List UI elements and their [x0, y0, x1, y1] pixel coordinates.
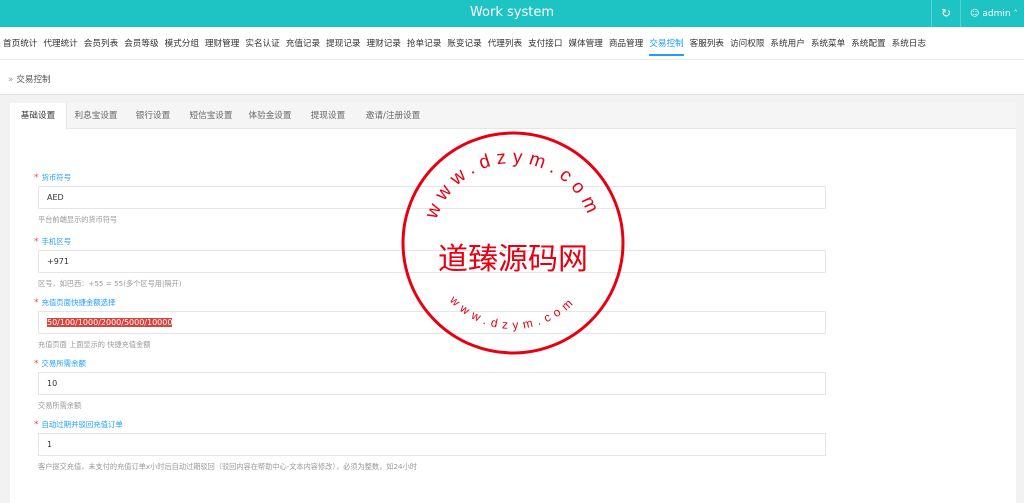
nav-item[interactable]: 系统用户 — [770, 37, 804, 56]
tab-trial-fund[interactable]: 体验金设置 — [241, 103, 299, 129]
tab-basic[interactable]: 基础设置 — [10, 103, 67, 130]
field-label: 手机区号 — [41, 237, 72, 246]
field-help: 区号，如巴西：+55 = 55(多个区号用|隔开) — [38, 279, 182, 288]
module-nav: 首页统计 代理统计 会员列表 会员等级 模式分组 理财管理 实名认证 充值记录 提现记录 理财记录… — [0, 27, 1024, 59]
breadcrumb-current[interactable]: 交易控制 — [16, 75, 50, 85]
nav-item[interactable]: 抢单记录 — [407, 37, 441, 56]
nav-item[interactable]: 商品管理 — [609, 37, 643, 56]
nav-item[interactable]: 首页统计 — [3, 37, 37, 56]
user-menu[interactable]: ☺ admin ˄ — [970, 0, 1018, 27]
required-mark: * — [34, 298, 39, 308]
field-help: 平台前端显示的货币符号 — [38, 215, 118, 224]
nav-item[interactable]: 客服列表 — [690, 37, 724, 56]
nav-item[interactable]: 账变记录 — [447, 37, 481, 56]
nav-item[interactable]: 理财管理 — [205, 37, 239, 56]
nav-item[interactable]: 模式分组 — [165, 37, 199, 56]
field-auto-expire-recharge: * 自动过期并驳回充值订单 1 客户提交充值，未支付的充值订单x小时后自动过期驳回… — [34, 420, 826, 471]
field-currency-symbol: * 货币符号 AED 平台前端显示的货币符号 — [34, 173, 826, 224]
nav-item[interactable]: 系统配置 — [851, 37, 885, 56]
nav-item[interactable]: 理财记录 — [367, 37, 401, 56]
required-mark: * — [34, 173, 39, 183]
field-help: 充值页面 上面显示的 快捷充值金额 — [38, 340, 151, 349]
refresh-button[interactable]: ↻ — [931, 0, 961, 27]
tab-withdraw[interactable]: 提现设置 — [299, 103, 357, 129]
field-recharge-quick-amounts: * 充值页面快捷金额选择 50/100/1000/2000/5000/10000 … — [34, 298, 826, 349]
field-label: 交易所需余额 — [41, 359, 86, 368]
field-label: 充值页面快捷金额选择 — [41, 298, 116, 307]
user-icon: ☺ — [970, 9, 980, 19]
breadcrumb: » 交易控制 — [8, 73, 51, 85]
app-title: Work system — [469, 5, 555, 20]
required-mark: * — [34, 420, 39, 430]
top-header: Work system ↻ ☺ admin ˄ — [0, 0, 1024, 27]
chevron-up-icon: ˄ — [1013, 9, 1018, 18]
field-help: 客户提交充值，未支付的充值订单x小时后自动过期驳回（驳回内容在帮助中心-文本内容… — [38, 462, 417, 471]
tab-bank[interactable]: 银行设置 — [125, 103, 181, 129]
selected-text: 50/100/1000/2000/5000/10000 — [47, 318, 173, 327]
nav-item[interactable]: 实名认证 — [245, 37, 279, 56]
trade-min-balance-input[interactable]: 10 — [38, 372, 826, 395]
user-name: admin — [982, 9, 1011, 19]
recharge-quick-amounts-input[interactable]: 50/100/1000/2000/5000/10000 — [38, 311, 826, 334]
nav-item[interactable]: 系统日志 — [892, 37, 926, 56]
required-mark: * — [34, 237, 39, 247]
nav-item[interactable]: 充值记录 — [286, 37, 320, 56]
auto-expire-recharge-input[interactable]: 1 — [38, 433, 826, 456]
tab-sms[interactable]: 短信宝设置 — [181, 103, 241, 129]
nav-item[interactable]: 提现记录 — [326, 37, 360, 56]
nav-item[interactable]: 代理列表 — [488, 37, 522, 56]
currency-symbol-input[interactable]: AED — [38, 186, 826, 209]
breadcrumb-separator: » — [8, 75, 14, 85]
field-help: 交易所需余额 — [38, 401, 82, 410]
nav-item[interactable]: 会员列表 — [84, 37, 118, 56]
nav-item[interactable]: 交易控制 — [649, 37, 684, 56]
module-nav-items: 首页统计 代理统计 会员列表 会员等级 模式分组 理财管理 实名认证 充值记录 提现记录 理财记录… — [3, 37, 932, 56]
field-label: 货币符号 — [41, 173, 72, 182]
field-trade-min-balance: * 交易所需余额 10 交易所需余额 — [34, 359, 826, 410]
breadcrumb-bar: » 交易控制 — [0, 59, 1024, 95]
nav-item[interactable]: 访问权限 — [730, 37, 764, 56]
required-mark: * — [34, 359, 39, 369]
nav-item[interactable]: 支付接口 — [528, 37, 562, 56]
tab-invite-register[interactable]: 邀请/注册设置 — [357, 103, 429, 129]
nav-item[interactable]: 代理统计 — [43, 37, 77, 56]
phone-area-code-input[interactable]: +971 — [38, 250, 826, 273]
nav-item[interactable]: 媒体管理 — [568, 37, 602, 56]
field-label: 自动过期并驳回充值订单 — [41, 420, 123, 429]
tab-interest[interactable]: 利息宝设置 — [67, 103, 125, 129]
refresh-icon: ↻ — [940, 6, 952, 20]
nav-item[interactable]: 会员等级 — [124, 37, 158, 56]
field-phone-area-code: * 手机区号 +971 区号，如巴西：+55 = 55(多个区号用|隔开) — [34, 237, 826, 288]
settings-tabs: 基础设置 利息宝设置 银行设置 短信宝设置 体验金设置 提现设置 邀请/注册设置 — [10, 103, 1016, 130]
nav-item[interactable]: 系统菜单 — [811, 37, 845, 56]
settings-card: 基础设置 利息宝设置 银行设置 短信宝设置 体验金设置 提现设置 邀请/注册设置… — [10, 103, 1016, 503]
